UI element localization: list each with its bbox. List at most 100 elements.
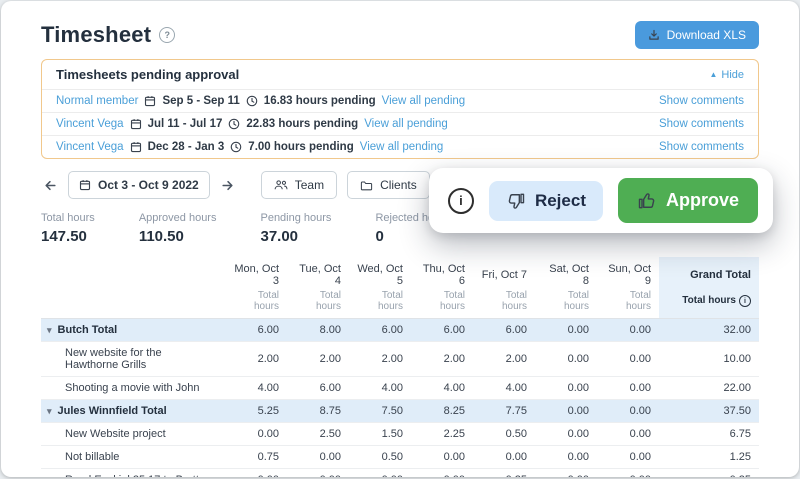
collapse-caret-icon[interactable]: ▾: [47, 406, 52, 416]
team-filter-button[interactable]: Team: [261, 171, 337, 199]
hours-cell: 0.75: [225, 446, 287, 469]
calendar-icon: [130, 118, 142, 130]
summary-item: Total hours147.50: [41, 212, 95, 245]
page-title: Timesheet: [41, 22, 151, 48]
summary-item: Approved hours110.50: [139, 212, 217, 245]
hours-cell: 7.50: [349, 400, 411, 423]
prev-week-button[interactable]: [41, 176, 60, 195]
pending-panel-title: Timesheets pending approval: [56, 67, 239, 82]
row-label: Shooting a movie with John: [65, 382, 200, 394]
clock-icon: [228, 118, 240, 130]
hours-cell: 0.00: [225, 469, 287, 478]
team-icon: [274, 179, 288, 191]
row-label: New website for the Hawthorne Grills: [65, 347, 162, 371]
hours-cell: 0.00: [535, 400, 597, 423]
empty-header-cell: [41, 290, 225, 319]
view-all-pending-link[interactable]: View all pending: [360, 141, 444, 153]
hours-cell: 0.25: [473, 469, 535, 478]
day-header-cell: Wed, Oct 5: [349, 257, 411, 290]
show-comments-link[interactable]: Show comments: [659, 95, 744, 107]
summary-value: 37.00: [260, 228, 331, 245]
collapse-caret-icon[interactable]: ▾: [47, 325, 52, 335]
reject-button[interactable]: Reject: [489, 181, 603, 221]
summary-value: 147.50: [41, 228, 95, 245]
hours-cell: 6.00: [225, 319, 287, 342]
calendar-icon: [144, 95, 156, 107]
download-icon: [648, 29, 660, 41]
hours-cell: 0.00: [287, 446, 349, 469]
show-comments-link[interactable]: Show comments: [659, 118, 744, 130]
total-hours-subheader: Total hours: [535, 290, 597, 319]
total-hours-subheader: Total hours: [349, 290, 411, 319]
hours-cell: 0.00: [535, 377, 597, 400]
member-link[interactable]: Vincent Vega: [56, 141, 124, 153]
project-row: Read Ezekiel 25:17 to Brett0.000.000.000…: [41, 469, 759, 478]
grand-total-cell: 22.00: [659, 377, 759, 400]
row-label-cell: ▾Jules Winnfield Total: [41, 400, 225, 423]
group-total-row: ▾Jules Winnfield Total5.258.757.508.257.…: [41, 400, 759, 423]
hours-cell: 0.00: [473, 446, 535, 469]
hours-cell: 1.50: [349, 423, 411, 446]
info-icon: i: [739, 295, 751, 307]
hours-cell: 8.25: [411, 400, 473, 423]
member-link[interactable]: Vincent Vega: [56, 118, 124, 130]
hours-cell: 0.00: [535, 446, 597, 469]
hours-cell: 4.00: [349, 377, 411, 400]
hours-cell: 6.00: [287, 377, 349, 400]
hours-cell: 8.00: [287, 319, 349, 342]
grand-total-cell: 32.00: [659, 319, 759, 342]
hours-cell: 2.00: [473, 342, 535, 377]
hours-cell: 4.00: [411, 377, 473, 400]
timesheet-table: Mon, Oct 3Tue, Oct 4Wed, Oct 5Thu, Oct 6…: [41, 257, 759, 477]
hours-cell: 0.00: [535, 342, 597, 377]
day-header-cell: Tue, Oct 4: [287, 257, 349, 290]
summary-label: Pending hours: [260, 212, 331, 224]
project-row: New website for the Hawthorne Grills 2.00…: [41, 342, 759, 377]
hours-cell: 2.25: [411, 423, 473, 446]
info-icon[interactable]: i: [448, 188, 474, 214]
row-label: Butch Total: [58, 324, 118, 336]
hours-cell: 0.00: [411, 446, 473, 469]
member-link[interactable]: Normal member: [56, 95, 138, 107]
hours-cell: 4.00: [473, 377, 535, 400]
download-xls-button[interactable]: Download XLS: [635, 21, 759, 49]
view-all-pending-link[interactable]: View all pending: [382, 95, 466, 107]
hide-link[interactable]: ▲ Hide: [709, 69, 744, 81]
row-label-cell: Not billable: [41, 446, 225, 469]
approve-button[interactable]: Approve: [618, 178, 758, 223]
row-label-cell: New website for the Hawthorne Grills: [41, 342, 225, 377]
pending-hours-text: 16.83 hours pending: [264, 95, 376, 107]
hours-cell: 2.00: [287, 342, 349, 377]
date-range-button[interactable]: Oct 3 - Oct 9 2022: [68, 171, 210, 199]
total-hours-subheader: Total hours: [411, 290, 473, 319]
grand-total-cell: 37.50: [659, 400, 759, 423]
subheader-row: Total hoursTotal hoursTotal hoursTotal h…: [41, 290, 759, 319]
grand-total-cell: 6.75: [659, 423, 759, 446]
project-row: New Website project0.002.501.502.250.500…: [41, 423, 759, 446]
hours-cell: 0.00: [597, 446, 659, 469]
hours-cell: 0.00: [287, 469, 349, 478]
project-row: Shooting a movie with John4.006.004.004.…: [41, 377, 759, 400]
total-hours-subheader: Total hours: [225, 290, 287, 319]
help-icon[interactable]: ?: [159, 27, 175, 43]
clients-filter-button[interactable]: Clients: [347, 171, 430, 199]
hours-cell: 2.00: [349, 342, 411, 377]
show-comments-link[interactable]: Show comments: [659, 141, 744, 153]
row-label-cell: Shooting a movie with John: [41, 377, 225, 400]
row-label-cell: New Website project: [41, 423, 225, 446]
day-header-cell: Thu, Oct 6: [411, 257, 473, 290]
hours-cell: 6.00: [411, 319, 473, 342]
hours-cell: 0.00: [411, 469, 473, 478]
day-header-cell: Fri, Oct 7: [473, 257, 535, 290]
hours-cell: 0.00: [597, 319, 659, 342]
group-total-row: ▾Butch Total6.008.006.006.006.000.000.00…: [41, 319, 759, 342]
chevron-up-icon: ▲: [709, 70, 717, 79]
next-week-button[interactable]: [218, 176, 237, 195]
download-label: Download XLS: [667, 28, 746, 42]
hours-cell: 6.00: [473, 319, 535, 342]
grand-total-cell: 0.25: [659, 469, 759, 478]
pending-hours-text: 22.83 hours pending: [246, 118, 358, 130]
page-header: Timesheet ? Download XLS: [1, 1, 799, 59]
view-all-pending-link[interactable]: View all pending: [364, 118, 448, 130]
timesheet-table-wrap: Mon, Oct 3Tue, Oct 4Wed, Oct 5Thu, Oct 6…: [41, 257, 759, 477]
